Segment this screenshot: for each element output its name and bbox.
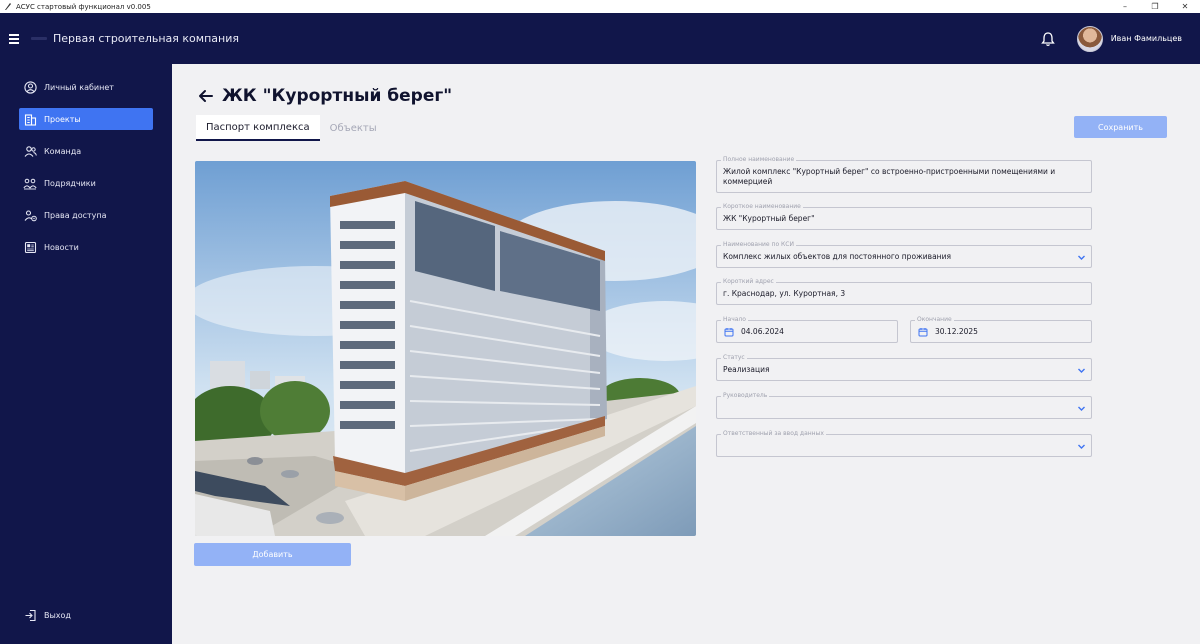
- user-circle-icon: [23, 80, 37, 94]
- building-icon: [23, 112, 37, 126]
- field-label: Начало: [721, 316, 748, 324]
- app-feather-icon: [3, 2, 12, 11]
- logout-icon: [23, 608, 37, 622]
- sidebar-item-label: Подрядчики: [44, 178, 96, 188]
- field-value: Жилой комплекс "Курортный берег" со встр…: [723, 167, 1056, 186]
- chevron-down-icon[interactable]: [1077, 253, 1086, 262]
- company-name: Первая строительная компания: [53, 32, 239, 45]
- chevron-down-icon[interactable]: [1077, 366, 1086, 375]
- chevron-down-icon[interactable]: [1077, 404, 1086, 413]
- team-icon: [23, 144, 37, 158]
- news-icon: [23, 240, 37, 254]
- data-responsible-select[interactable]: Ответственный за ввод данных: [716, 430, 1092, 457]
- sidebar-item-label: Команда: [44, 146, 82, 156]
- sidebar-item-label: Новости: [44, 242, 79, 252]
- window-title-bar: АСУС стартовый функционал v0.005 – ❐ ✕: [0, 0, 1200, 13]
- close-button[interactable]: ✕: [1170, 0, 1200, 13]
- main-content: ЖК "Курортный берег" Паспорт комплекса О…: [172, 64, 1200, 644]
- sidebar-item-projects[interactable]: Проекты: [19, 108, 153, 130]
- field-value: 04.06.2024: [741, 327, 784, 336]
- add-button[interactable]: Добавить: [194, 543, 351, 566]
- chevron-down-icon[interactable]: [1077, 442, 1086, 451]
- sidebar-item-label: Проекты: [44, 114, 81, 124]
- logout-label: Выход: [44, 610, 71, 620]
- sidebar-item-access[interactable]: Права доступа: [19, 204, 153, 226]
- sidebar-item-contractors[interactable]: Подрядчики: [19, 172, 153, 194]
- field-value: ЖК "Курортный берег": [723, 214, 815, 223]
- field-label: Статус: [721, 354, 747, 362]
- bell-icon[interactable]: [1039, 30, 1057, 48]
- avatar[interactable]: [1076, 25, 1103, 52]
- field-value: г. Краснодар, ул. Курортная, 3: [723, 289, 846, 298]
- field-label: Руководитель: [721, 392, 770, 400]
- tab-passport[interactable]: Паспорт комплекса: [196, 115, 320, 141]
- logout-button[interactable]: Выход: [19, 604, 153, 626]
- short-address-field[interactable]: Короткий адрес г. Краснодар, ул. Курортн…: [716, 278, 1092, 305]
- end-date-field[interactable]: Окончание 30.12.2025: [910, 316, 1092, 343]
- sidebar-item-news[interactable]: Новости: [19, 236, 153, 258]
- sidebar-item-label: Личный кабинет: [44, 82, 114, 92]
- field-label: Короткое наименование: [721, 203, 803, 211]
- minimize-button[interactable]: –: [1110, 0, 1140, 13]
- logo-icon: [31, 37, 47, 40]
- field-value: Комплекс жилых объектов для постоянного …: [723, 252, 951, 261]
- field-label: Короткий адрес: [721, 278, 776, 286]
- save-button[interactable]: Сохранить: [1074, 116, 1167, 138]
- contractors-icon: [23, 176, 37, 190]
- tab-objects[interactable]: Объекты: [320, 115, 387, 141]
- manager-select[interactable]: Руководитель: [716, 392, 1092, 419]
- short-name-field[interactable]: Короткое наименование ЖК "Курортный бере…: [716, 203, 1092, 230]
- field-label: Окончание: [915, 316, 954, 324]
- start-date-field[interactable]: Начало 04.06.2024: [716, 316, 898, 343]
- field-label: Ответственный за ввод данных: [721, 430, 826, 438]
- sidebar-item-team[interactable]: Команда: [19, 140, 153, 162]
- sidebar: Личный кабинет Проекты Команда Подрядчик…: [0, 64, 172, 644]
- back-arrow-icon[interactable]: [197, 87, 215, 105]
- menu-icon[interactable]: [9, 31, 25, 47]
- calendar-icon[interactable]: [918, 327, 928, 337]
- field-value: Реализация: [723, 365, 770, 374]
- window-title: АСУС стартовый функционал v0.005: [16, 2, 151, 11]
- ksi-name-select[interactable]: Наименование по КСИ Комплекс жилых объек…: [716, 241, 1092, 268]
- field-value: 30.12.2025: [935, 327, 978, 336]
- complex-photo: [195, 161, 696, 536]
- full-name-field[interactable]: Полное наименование Жилой комплекс "Куро…: [716, 156, 1092, 193]
- page-title: ЖК "Курортный берег": [222, 86, 453, 106]
- tabs: Паспорт комплекса Объекты: [196, 115, 387, 141]
- user-name[interactable]: Иван Фамильцев: [1111, 34, 1182, 43]
- sidebar-item-profile[interactable]: Личный кабинет: [19, 76, 153, 98]
- field-label: Наименование по КСИ: [721, 241, 796, 249]
- access-icon: [23, 208, 37, 222]
- field-label: Полное наименование: [721, 156, 797, 164]
- status-select[interactable]: Статус Реализация: [716, 354, 1092, 381]
- maximize-button[interactable]: ❐: [1140, 0, 1170, 13]
- calendar-icon[interactable]: [724, 327, 734, 337]
- sidebar-item-label: Права доступа: [44, 210, 107, 220]
- app-header: Первая строительная компания Иван Фамиль…: [0, 13, 1200, 64]
